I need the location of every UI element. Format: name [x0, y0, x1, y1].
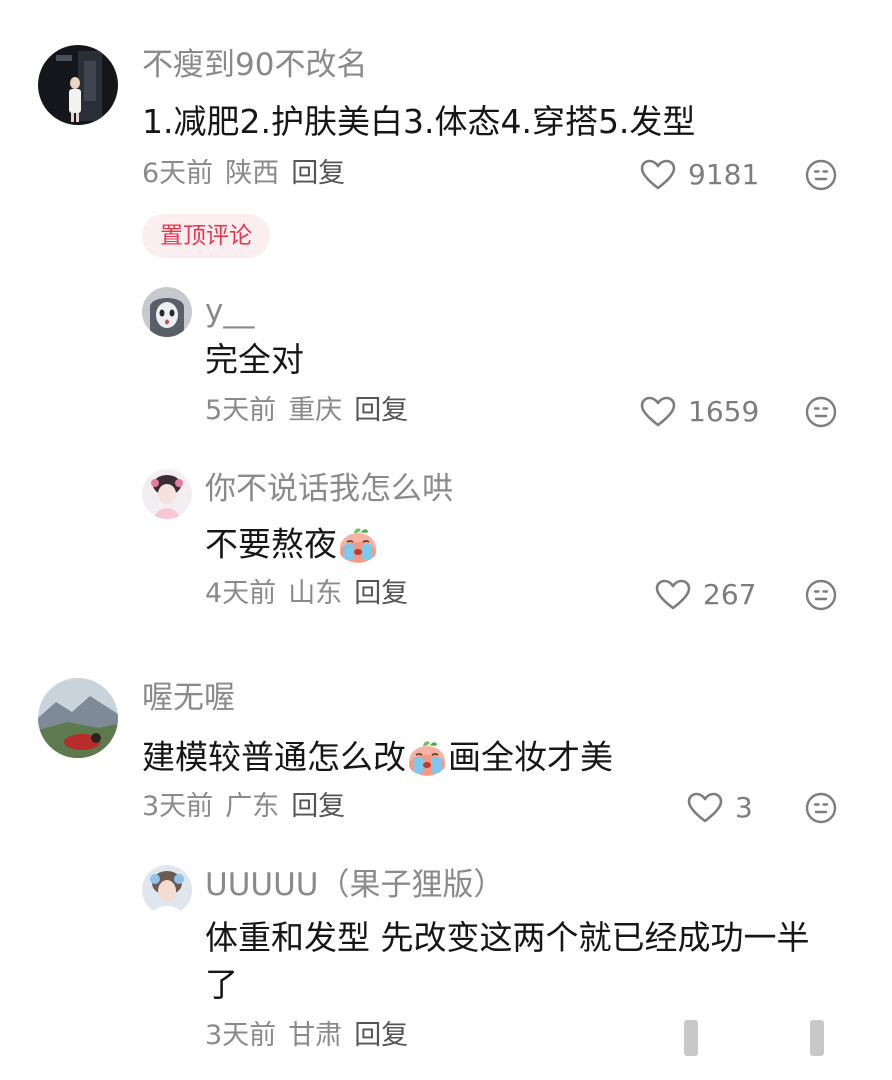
comment-meta: 4天前 山东 回复	[205, 576, 420, 612]
heart-outline-icon	[655, 579, 691, 611]
comment-text: 不要熬夜	[205, 520, 379, 568]
comment-time: 4天前	[205, 578, 277, 609]
reply-button[interactable]: 回复	[291, 158, 345, 189]
like-count: 9181	[688, 158, 760, 191]
heart-outline-icon	[687, 792, 723, 824]
comment-text: 完全对	[205, 340, 304, 379]
comment-meta: 3天前 广东 回复	[142, 789, 357, 825]
avatar[interactable]	[38, 45, 118, 125]
reply-button[interactable]: 回复	[354, 395, 408, 426]
reply-button[interactable]: 回复	[354, 578, 408, 609]
comment-username[interactable]: 你不说话我怎么哄	[205, 469, 453, 509]
comment-username[interactable]: UUUUU（果子狸版）	[205, 865, 504, 905]
comment-username[interactable]: 喔无喔	[142, 678, 235, 718]
comment-text-line-2: 了	[205, 965, 238, 1004]
crying-peach-emoji-icon	[406, 737, 448, 779]
comment-username[interactable]: y__	[205, 291, 254, 331]
like-button[interactable]: 3	[687, 790, 753, 826]
avatar[interactable]	[142, 865, 192, 915]
comment-time: 3天前	[142, 791, 214, 822]
pinned-comment-badge: 置顶评论	[142, 214, 270, 258]
neutral-face-icon[interactable]	[805, 579, 837, 611]
comment-text-body: 建模较普通怎么改	[142, 737, 406, 777]
comment-username[interactable]: 不瘦到90不改名	[142, 45, 367, 85]
avatar[interactable]	[142, 287, 192, 337]
partially-visible-like-icon[interactable]	[684, 1020, 698, 1056]
comment-text-line-1: 体重和发型 先改变这两个就已经成功一半	[205, 918, 810, 957]
comment-meta: 6天前 陕西 回复	[142, 156, 357, 192]
comment-time: 5天前	[205, 395, 277, 426]
like-button[interactable]: 267	[655, 577, 756, 613]
avatar[interactable]	[142, 469, 192, 519]
like-count: 3	[735, 791, 753, 824]
comment-location: 广东	[225, 791, 280, 822]
comment-text-body-continued: 画全妆才美	[448, 737, 613, 777]
comment-time: 6天前	[142, 158, 214, 189]
comment-text: 1.减肥2.护肤美白3.体态4.穿搭5.发型	[142, 102, 696, 141]
avatar[interactable]	[38, 678, 118, 758]
neutral-face-icon[interactable]	[805, 396, 837, 428]
comment-meta: 3天前 甘肃 回复	[205, 1018, 420, 1054]
neutral-face-icon[interactable]	[805, 792, 837, 824]
like-count: 1659	[688, 395, 760, 428]
partially-visible-dislike-icon[interactable]	[810, 1020, 824, 1056]
comment-location: 重庆	[288, 395, 343, 426]
comment-location: 山东	[288, 578, 343, 609]
comment-time: 3天前	[205, 1020, 277, 1051]
like-button[interactable]: 1659	[640, 394, 759, 430]
heart-outline-icon	[640, 396, 676, 428]
crying-peach-emoji-icon	[337, 524, 379, 566]
reply-button[interactable]: 回复	[291, 791, 345, 822]
comment-text: 建模较普通怎么改 画全妆才美	[142, 733, 613, 781]
heart-outline-icon	[640, 159, 676, 191]
like-button[interactable]: 9181	[640, 157, 759, 193]
comment-location: 陕西	[225, 158, 280, 189]
neutral-face-icon[interactable]	[805, 159, 837, 191]
like-count: 267	[703, 578, 757, 611]
reply-button[interactable]: 回复	[354, 1020, 408, 1051]
comment-location: 甘肃	[288, 1020, 343, 1051]
comment-meta: 5天前 重庆 回复	[205, 393, 420, 429]
comment-text-body: 不要熬夜	[205, 524, 337, 564]
